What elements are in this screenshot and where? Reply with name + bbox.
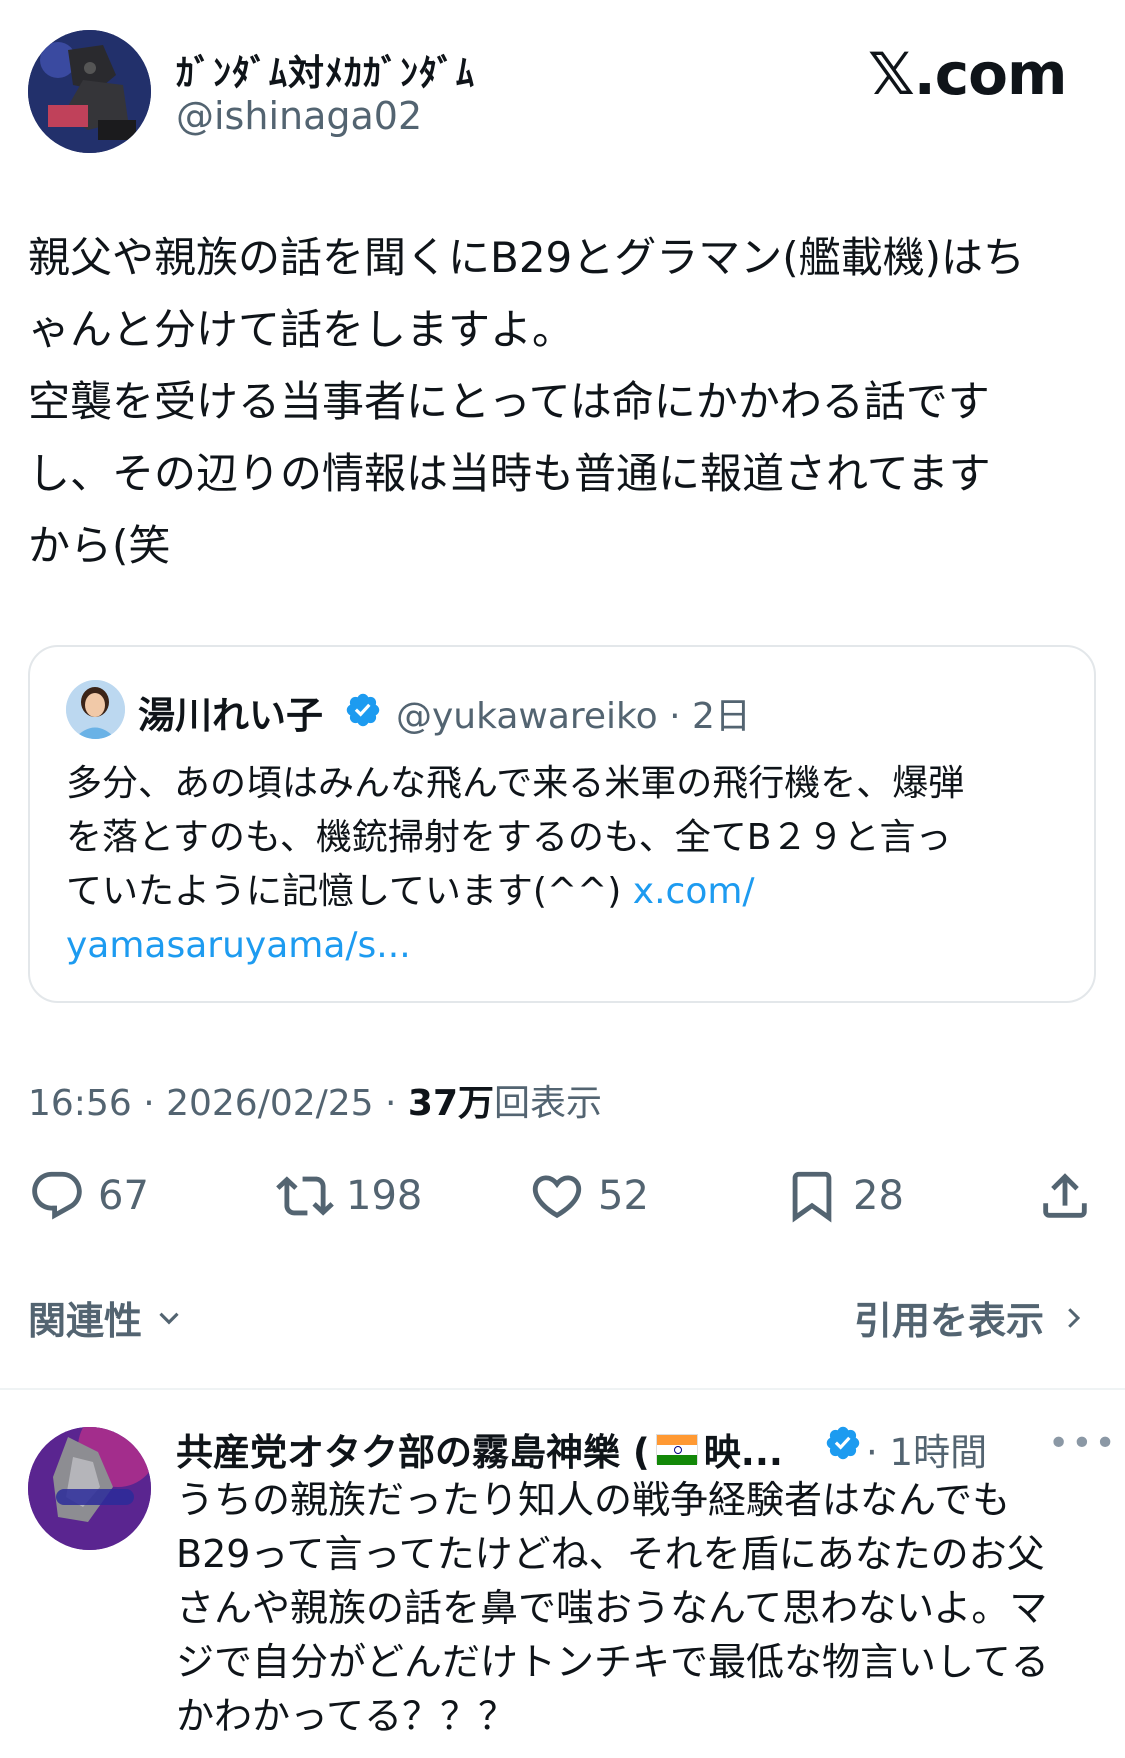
reply-author-avatar[interactable] — [28, 1427, 151, 1550]
tweet-text-line: 空襲を受ける当事者にとっては命にかかわる話です — [28, 377, 990, 426]
reply-author-name[interactable]: 共産党オタク部の霧島神樂 ( 映... — [176, 1422, 783, 1476]
reply-text-line: B29って言ってたけどね、それを盾にあなたのお父 — [176, 1532, 1045, 1576]
repost-icon — [276, 1176, 334, 1216]
verified-badge-icon — [344, 691, 382, 729]
quoted-author-handle-time: @yukawareiko · 2日 — [396, 696, 751, 737]
timestamp[interactable]: 16:56 · 2026/02/25 · — [28, 1083, 408, 1124]
quoted-tweet-card[interactable]: 湯川れい子 @yukawareiko · 2日 多分、あの頃はみんな飛んで来る米… — [28, 645, 1096, 1003]
tweet-text-line: し、その辺りの情報は当時も普通に報道されてます — [28, 449, 991, 498]
reply-author-name-suffix: 映... — [703, 1431, 783, 1474]
verified-badge-icon — [824, 1424, 862, 1462]
tweet-text-line: 親父や親族の話を聞くにB29とグラマン(艦載機)はち — [28, 233, 1026, 282]
reply-text: うちの親族だったり知人の戦争経験者はなんでも B29って言ってたけどね、それを盾… — [176, 1473, 1106, 1743]
quoted-link[interactable]: x.com/ — [633, 871, 755, 912]
reply-button[interactable]: 67 — [28, 1166, 149, 1226]
reply-text-line: うちの親族だったり知人の戦争経験者はなんでも — [176, 1478, 1011, 1522]
view-label: 回表示 — [494, 1083, 603, 1124]
reply-text-line: ジで自分がどんだけトンチキで最低な物言いしてる — [176, 1640, 1049, 1684]
quoted-tweet-text: 多分、あの頃はみんな飛んで来る米軍の飛行機を、爆弾 を落とすのも、機銃掃射をする… — [66, 757, 1076, 973]
tweet-text-line: から(笑 — [28, 521, 171, 570]
tweet-text-line: ゃんと分けて話をしますよ。 — [28, 305, 575, 354]
india-flag-icon — [655, 1434, 698, 1465]
view-count: 37万 — [407, 1083, 495, 1124]
like-count: 52 — [598, 1173, 649, 1219]
divider — [0, 1388, 1125, 1390]
share-button[interactable] — [1036, 1166, 1094, 1226]
reply-text-line: かわかってる？？？ — [176, 1694, 517, 1738]
quoted-author-name: 湯川れい子 — [138, 694, 323, 737]
reply-icon — [32, 1171, 82, 1220]
tweet-meta: 16:56 · 2026/02/25 · 37万回表示 — [28, 1074, 602, 1126]
share-icon — [1043, 1173, 1087, 1218]
author-handle[interactable]: @ishinaga02 — [176, 94, 422, 138]
chevron-down-icon — [159, 1312, 179, 1324]
quoted-text-line: 多分、あの頃はみんな飛んで来る米軍の飛行機を、爆弾 — [66, 763, 965, 804]
quoted-text-line: を落とすのも、機銃掃射をするのも、全てB２９と言っ — [66, 817, 952, 858]
related-label: 関連性 — [28, 1299, 143, 1343]
more-options-icon[interactable]: ••• — [1048, 1423, 1118, 1464]
view-quotes-link[interactable]: 引用を表示 — [854, 1290, 1088, 1345]
quoted-link-continued[interactable]: yamasaruyama/s... — [66, 919, 1076, 973]
tweet-text: 親父や親族の話を聞くにB29とグラマン(艦載機)はち ゃんと分けて話をしますよ。… — [28, 222, 1103, 582]
bookmark-button[interactable]: 28 — [783, 1166, 904, 1226]
chevron-right-icon — [1068, 1307, 1081, 1328]
author-avatar[interactable] — [28, 30, 151, 153]
author-display-name[interactable]: ｶﾞﾝﾀﾞﾑ対ﾒｶｶﾞﾝﾀﾞﾑ — [176, 44, 475, 96]
quoted-author-avatar — [66, 680, 125, 739]
bookmark-count: 28 — [853, 1173, 904, 1219]
like-button[interactable]: 52 — [528, 1166, 649, 1226]
reply-text-line: さんや親族の話を鼻で嗤おうなんて思わないよ。マ — [176, 1586, 1048, 1630]
x-logo: 𝕏.com — [868, 40, 1067, 108]
repost-button[interactable]: 198 — [276, 1166, 422, 1226]
bookmark-icon — [792, 1171, 832, 1223]
reply-author-name-text: 共産党オタク部の霧島神樂 ( — [176, 1431, 650, 1474]
heart-icon — [532, 1175, 582, 1219]
reply-time: · 1時間 — [866, 1431, 988, 1474]
quoted-text-segment: ていたように記憶しています(^^) — [66, 871, 633, 912]
quoted-text-line: ていたように記憶しています(^^) x.com/ — [66, 865, 1076, 919]
reply-count: 67 — [98, 1173, 149, 1219]
repost-count: 198 — [346, 1173, 423, 1219]
related-sort-dropdown[interactable]: 関連性 — [28, 1290, 186, 1345]
view-quotes-label: 引用を表示 — [854, 1299, 1045, 1343]
